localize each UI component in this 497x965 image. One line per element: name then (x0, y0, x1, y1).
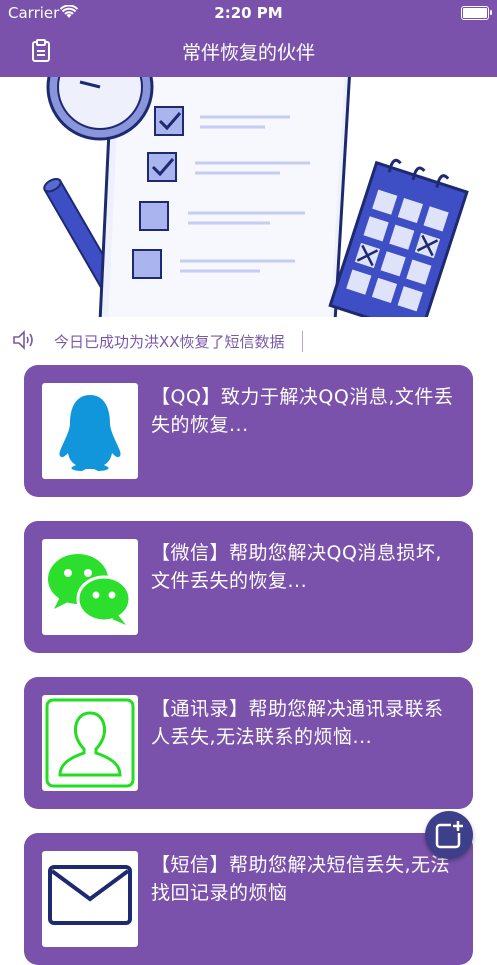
service-description: 【短信】帮助您解决短信丢失,无法找回记录的烦恼 (151, 854, 451, 904)
notice-text: 今日已成功为洪XX恢复了短信数据 (54, 331, 303, 352)
page-title: 常伴恢复的伙伴 (181, 42, 315, 64)
add-window-icon (435, 819, 465, 849)
service-description: 【通讯录】帮助您解决通讯录联系人丢失,无法联系的烦恼... (151, 698, 444, 748)
contacts-icon (42, 695, 138, 791)
new-recovery-button[interactable] (425, 811, 473, 859)
envelope-icon (42, 851, 138, 947)
calendar-icon (328, 158, 469, 317)
battery-icon (461, 6, 492, 20)
service-card-qq[interactable]: 【QQ】致力于解决QQ消息,文件丢失的恢复... (24, 365, 473, 497)
nav-bar: 常伴恢复的伙伴 (0, 26, 497, 77)
hero-illustration (0, 77, 497, 317)
service-card-sms[interactable]: 【短信】帮助您解决短信丢失,无法找回记录的烦恼 (24, 833, 473, 965)
service-card-wechat[interactable]: 【微信】帮助您解决QQ消息损坏,文件丢失的恢复... (24, 521, 473, 653)
clock-time: 2:20 PM (214, 4, 283, 22)
qq-penguin-icon (42, 383, 138, 479)
service-card-contacts[interactable]: 【通讯录】帮助您解决通讯录联系人丢失,无法联系的烦恼... (24, 677, 473, 809)
wechat-icon (42, 539, 138, 635)
notice-bar: 今日已成功为洪XX恢复了短信数据 (0, 322, 497, 358)
speaker-icon (12, 330, 36, 354)
service-description: 【微信】帮助您解决QQ消息损坏,文件丢失的恢复... (151, 542, 442, 592)
service-description: 【QQ】致力于解决QQ消息,文件丢失的恢复... (151, 386, 454, 436)
status-bar: Carrier 2:20 PM (0, 0, 497, 26)
